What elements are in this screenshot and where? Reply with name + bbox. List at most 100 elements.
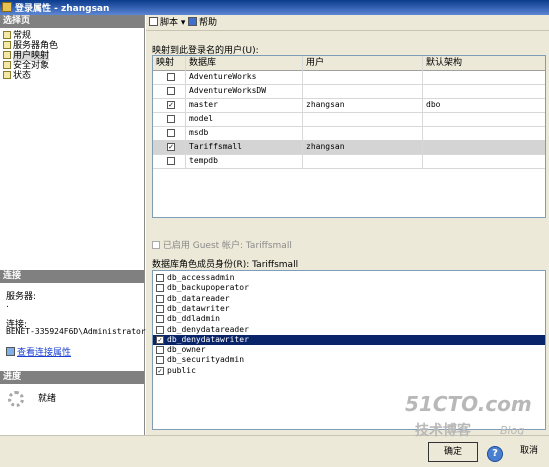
page-icon	[3, 71, 11, 79]
schema-cell[interactable]	[423, 126, 545, 140]
map-checkbox[interactable]	[167, 101, 175, 109]
schema-cell[interactable]	[423, 70, 545, 84]
database-cell: msdb	[186, 126, 303, 140]
col-header-mapped[interactable]: 映射	[153, 56, 186, 70]
map-checkbox[interactable]	[167, 115, 175, 123]
connection-header: 连接	[0, 270, 144, 283]
nav-item-label: 安全对象	[13, 61, 50, 71]
schema-cell[interactable]	[423, 84, 545, 98]
schema-cell[interactable]	[423, 112, 545, 126]
nav-item[interactable]: 用户映射	[3, 51, 50, 61]
help-question-icon[interactable]: ?	[487, 446, 503, 462]
cancel-button[interactable]: 取消	[510, 442, 548, 462]
list-item[interactable]: public	[153, 366, 545, 376]
role-checkbox[interactable]	[156, 356, 164, 365]
list-item[interactable]: db_accessadmin	[153, 273, 545, 283]
script-icon	[149, 17, 158, 26]
guest-account-option: 已启用 Guest 帐户: Tariffsmall	[152, 238, 292, 251]
user-cell[interactable]	[303, 112, 423, 126]
map-checkbox[interactable]	[167, 73, 175, 81]
list-item[interactable]: db_datareader	[153, 294, 545, 304]
watermark-sub: 技术博客	[415, 423, 471, 439]
table-row[interactable]: AdventureWorksDW	[153, 84, 545, 99]
mapped-cell	[153, 70, 186, 84]
help-label: 帮助	[199, 18, 218, 28]
role-name: db_denydatawriter	[167, 334, 249, 344]
mapped-cell	[153, 98, 186, 112]
left-panel: 选择页 常规 服务器角色 用户映射 安全对象 状态 连接 服务器: . 连接: BENE…	[0, 15, 146, 435]
window-icon	[2, 2, 12, 12]
role-checkbox[interactable]	[156, 284, 164, 293]
nav-item[interactable]: 安全对象	[3, 61, 49, 71]
schema-cell[interactable]	[423, 154, 545, 168]
role-name: public	[167, 365, 196, 375]
mapped-cell	[153, 126, 186, 140]
user-mapping-grid: 映射 数据库 用户 默认架构 AdventureWorks AdventureWo…	[152, 55, 546, 218]
role-checkbox[interactable]	[156, 346, 164, 355]
server-value: .	[6, 300, 9, 310]
table-row[interactable]: model	[153, 112, 545, 127]
user-cell[interactable]: zhangsan	[303, 98, 423, 112]
schema-cell[interactable]	[423, 140, 545, 154]
role-checkbox[interactable]	[156, 304, 164, 313]
col-header-schema[interactable]: 默认架构	[423, 56, 545, 70]
map-checkbox[interactable]	[167, 87, 175, 95]
page-icon	[3, 51, 11, 59]
guest-label: 已启用 Guest 帐户: Tariffsmall	[162, 241, 292, 251]
schema-cell[interactable]: dbo	[423, 98, 545, 112]
guest-checkbox[interactable]	[152, 241, 160, 249]
role-checkbox[interactable]	[156, 366, 164, 375]
help-button[interactable]: 帮助	[188, 17, 217, 29]
list-item[interactable]: db_owner	[153, 345, 545, 355]
list-item[interactable]: db_securityadmin	[153, 355, 545, 365]
database-cell: model	[186, 112, 303, 126]
user-cell[interactable]	[303, 126, 423, 140]
ok-button[interactable]: 确定	[428, 442, 478, 462]
watermark-blog: Blog	[500, 424, 525, 437]
toolbar: 脚本 ▾ 帮助	[146, 15, 549, 31]
progress-spinner-icon	[8, 391, 24, 407]
table-row[interactable]: msdb	[153, 126, 545, 141]
title-bar[interactable]: 登录属性 - zhangsan	[0, 0, 549, 15]
table-row[interactable]: AdventureWorks	[153, 70, 545, 85]
view-connection-properties[interactable]: 查看连接属性	[6, 345, 71, 358]
role-name: db_datawriter	[167, 303, 230, 313]
connection-value: BENET-335924F6D\Administrator	[6, 327, 146, 336]
user-cell[interactable]	[303, 84, 423, 98]
database-cell: Tariffsmall	[186, 140, 303, 154]
nav-item[interactable]: 服务器角色	[3, 41, 58, 51]
role-checkbox[interactable]	[156, 335, 164, 344]
user-cell[interactable]	[303, 154, 423, 168]
nav-item[interactable]: 常规	[3, 31, 31, 41]
role-checkbox[interactable]	[156, 315, 164, 324]
list-item[interactable]: db_backupoperator	[153, 283, 545, 293]
map-checkbox[interactable]	[167, 143, 175, 151]
list-item[interactable]: db_denydatareader	[153, 325, 545, 335]
col-header-user[interactable]: 用户	[303, 56, 423, 70]
list-item[interactable]: db_ddladmin	[153, 314, 545, 324]
view-connection-link[interactable]: 查看连接属性	[17, 348, 71, 358]
table-row[interactable]: masterzhangsandbo	[153, 98, 545, 113]
nav-item[interactable]: 状态	[3, 71, 31, 81]
script-button[interactable]: 脚本 ▾	[149, 17, 185, 29]
role-checkbox[interactable]	[156, 325, 164, 334]
user-cell[interactable]: zhangsan	[303, 140, 423, 154]
col-header-database[interactable]: 数据库	[186, 56, 303, 70]
map-checkbox[interactable]	[167, 129, 175, 137]
table-row[interactable]: tempdb	[153, 154, 545, 169]
progress-status: 就绪	[38, 394, 57, 404]
user-cell[interactable]	[303, 70, 423, 84]
role-name: db_denydatareader	[167, 324, 249, 334]
list-item[interactable]: db_datawriter	[153, 304, 545, 314]
role-name: db_backupoperator	[167, 283, 249, 293]
roles-label: 数据库角色成员身份(R): Tariffsmall	[152, 260, 299, 270]
database-cell: AdventureWorksDW	[186, 84, 303, 98]
role-checkbox[interactable]	[156, 274, 164, 282]
database-cell: tempdb	[186, 154, 303, 168]
list-item[interactable]: db_denydatawriter	[153, 334, 545, 345]
map-checkbox[interactable]	[167, 157, 175, 165]
table-row[interactable]: Tariffsmallzhangsan	[153, 140, 545, 155]
role-checkbox[interactable]	[156, 294, 164, 303]
page-icon	[3, 31, 11, 39]
mapped-cell	[153, 112, 186, 126]
